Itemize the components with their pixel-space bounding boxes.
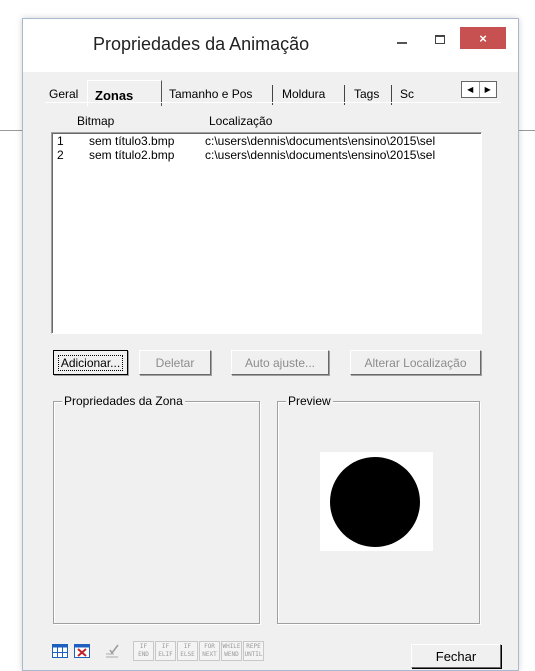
preview-image xyxy=(320,452,433,551)
dialog-client: Geral Zonas Tamanho e Pos Moldura Tags S… xyxy=(29,72,512,670)
tab-strip: Geral Zonas Tamanho e Pos Moldura Tags S… xyxy=(45,79,506,106)
tab-panel-border xyxy=(45,102,501,103)
tab-sc-truncated[interactable]: Sc xyxy=(400,84,420,104)
list-header: Bitmap Localização xyxy=(57,114,487,130)
tab-scroll-left-icon[interactable]: ◀ xyxy=(462,82,480,97)
minimize-button[interactable] xyxy=(388,26,416,52)
preview-circle-shape xyxy=(330,457,420,547)
minimize-icon xyxy=(397,42,407,44)
tab-tags[interactable]: Tags xyxy=(354,84,379,104)
row-index: 2 xyxy=(57,148,64,162)
zone-properties-group: Propriedades da Zona xyxy=(53,394,260,624)
close-button[interactable]: × xyxy=(460,27,506,49)
table-icon[interactable] xyxy=(51,642,69,660)
for-next-keyword[interactable]: FOR NEXT xyxy=(199,641,220,661)
change-location-button[interactable]: Alterar Localização xyxy=(350,350,481,375)
window-title: Propriedades da Animação xyxy=(93,34,310,54)
close-icon: × xyxy=(479,30,487,46)
zones-listbox[interactable]: 1 sem título3.bmp c:\users\dennis\docume… xyxy=(51,132,482,334)
zone-properties-label: Propriedades da Zona xyxy=(62,394,185,408)
if-else-keyword[interactable]: IF ELSE xyxy=(177,641,198,661)
if-end-keyword[interactable]: IF END xyxy=(133,641,154,661)
check-icon-svg xyxy=(106,644,119,658)
row-location: c:\users\dennis\documents\ensino\2015\se… xyxy=(205,148,436,162)
tab-scroll-arrows: ◀ ▶ xyxy=(461,81,497,98)
row-index: 1 xyxy=(57,134,64,148)
list-item[interactable]: 2 sem título2.bmp c:\users\dennis\docume… xyxy=(52,148,481,162)
preview-label: Preview xyxy=(286,394,333,408)
delete-table-icon-svg xyxy=(74,644,90,658)
add-button[interactable]: Adicionar... xyxy=(53,350,128,375)
if-elif-keyword[interactable]: IF ELIF xyxy=(155,641,176,661)
auto-fit-button-label: Auto ajuste... xyxy=(244,355,316,370)
maximize-icon xyxy=(435,34,445,44)
maximize-button[interactable] xyxy=(426,26,454,52)
tab-moldura[interactable]: Moldura xyxy=(282,84,325,104)
add-button-label: Adicionar... xyxy=(57,354,124,371)
tab-geral[interactable]: Geral xyxy=(49,84,78,104)
delete-button-label: Deletar xyxy=(155,355,195,370)
column-header-localizacao[interactable]: Localização xyxy=(209,114,272,128)
title-bar: Propriedades da Animação × xyxy=(23,19,518,72)
repeat-until-keyword[interactable]: REPE UNTIL xyxy=(243,641,264,661)
column-header-bitmap[interactable]: Bitmap xyxy=(77,114,114,128)
tab-scroll-right-icon[interactable]: ▶ xyxy=(480,82,497,97)
delete-button[interactable]: Deletar xyxy=(139,350,211,375)
preview-group: Preview xyxy=(277,394,480,624)
while-wend-keyword[interactable]: WHILE WEND xyxy=(221,641,242,661)
row-location: c:\users\dennis\documents\ensino\2015\se… xyxy=(205,134,436,148)
dialog-window: Propriedades da Animação × Geral Zonas T… xyxy=(22,18,519,671)
check-icon[interactable] xyxy=(103,642,121,660)
tab-tamanho-e-pos[interactable]: Tamanho e Pos xyxy=(169,84,252,104)
table-icon-svg xyxy=(52,644,68,658)
row-bitmap: sem título3.bmp xyxy=(89,134,175,148)
auto-fit-button[interactable]: Auto ajuste... xyxy=(231,350,329,375)
delete-table-icon[interactable] xyxy=(73,642,91,660)
close-dialog-label: Fechar xyxy=(435,648,477,664)
change-location-button-label: Alterar Localização xyxy=(364,355,467,370)
list-item[interactable]: 1 sem título3.bmp c:\users\dennis\docume… xyxy=(52,134,481,148)
close-dialog-button[interactable]: Fechar xyxy=(411,644,501,668)
row-bitmap: sem título2.bmp xyxy=(89,148,175,162)
